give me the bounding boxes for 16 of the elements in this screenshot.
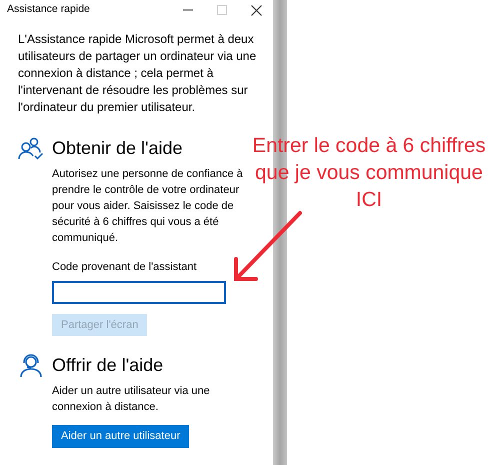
section-heading: Offrir de l'aide — [52, 355, 164, 377]
annotation-text: que je vous communique — [255, 160, 483, 186]
annotation-text: Entrer le code à 6 chiffres — [252, 133, 486, 159]
intro-text: L'Assistance rapide Microsoft permet à deux utilisateurs de partager un ordinateur via une connexion à distance ; cela permet à l'intervenant de résoudre les problèmes sur l'ordinateur du premier utilisateur. — [17, 31, 258, 116]
arrow — [234, 211, 302, 281]
code-field[interactable] — [52, 280, 226, 304]
annotation-text: ICI — [356, 187, 382, 213]
window-title: Assistance rapide — [7, 2, 91, 18]
minimize-icon[interactable] — [183, 9, 193, 11]
section-heading: Obtenir de l'aide — [52, 138, 183, 160]
headset-person-icon — [18, 354, 44, 378]
section-description: Aider un autre utilisateur via une connexion à distance. — [52, 384, 211, 415]
field-label: Code provenant de l'assistant — [52, 260, 198, 275]
help-button[interactable]: Aider un autre utilisateur — [52, 425, 190, 448]
people-check-icon — [18, 137, 44, 161]
close-icon[interactable] — [250, 4, 262, 16]
